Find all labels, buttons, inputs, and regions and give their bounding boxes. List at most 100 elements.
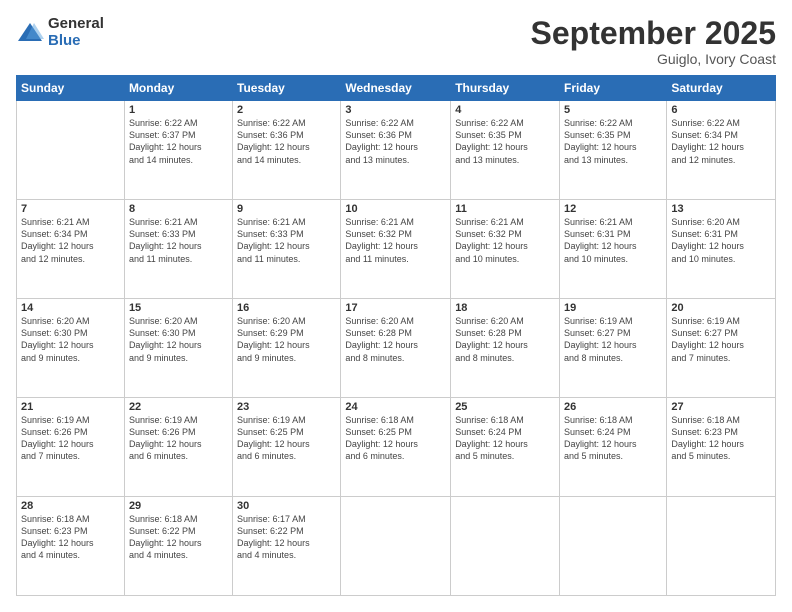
day-info: Sunrise: 6:21 AM Sunset: 6:33 PM Dayligh… (237, 216, 336, 265)
day-info: Sunrise: 6:20 AM Sunset: 6:31 PM Dayligh… (671, 216, 771, 265)
day-number: 30 (237, 500, 336, 512)
day-number: 12 (564, 203, 662, 215)
calendar-cell (667, 497, 776, 596)
calendar-day-header: Friday (560, 76, 667, 101)
day-info: Sunrise: 6:17 AM Sunset: 6:22 PM Dayligh… (237, 513, 336, 562)
day-info: Sunrise: 6:20 AM Sunset: 6:30 PM Dayligh… (129, 315, 228, 364)
calendar-day-header: Saturday (667, 76, 776, 101)
calendar-cell: 29Sunrise: 6:18 AM Sunset: 6:22 PM Dayli… (124, 497, 232, 596)
day-number: 11 (455, 203, 555, 215)
day-number: 23 (237, 401, 336, 413)
day-info: Sunrise: 6:19 AM Sunset: 6:26 PM Dayligh… (21, 414, 120, 463)
calendar-cell: 15Sunrise: 6:20 AM Sunset: 6:30 PM Dayli… (124, 299, 232, 398)
day-info: Sunrise: 6:21 AM Sunset: 6:32 PM Dayligh… (345, 216, 446, 265)
day-info: Sunrise: 6:18 AM Sunset: 6:22 PM Dayligh… (129, 513, 228, 562)
day-number: 2 (237, 104, 336, 116)
day-number: 14 (21, 302, 120, 314)
calendar-cell: 20Sunrise: 6:19 AM Sunset: 6:27 PM Dayli… (667, 299, 776, 398)
day-number: 3 (345, 104, 446, 116)
calendar-cell (451, 497, 560, 596)
title-block: September 2025 Guiglo, Ivory Coast (531, 16, 776, 67)
day-info: Sunrise: 6:21 AM Sunset: 6:31 PM Dayligh… (564, 216, 662, 265)
calendar-cell (341, 497, 451, 596)
calendar-cell: 16Sunrise: 6:20 AM Sunset: 6:29 PM Dayli… (233, 299, 341, 398)
calendar-cell: 24Sunrise: 6:18 AM Sunset: 6:25 PM Dayli… (341, 398, 451, 497)
calendar-cell: 2Sunrise: 6:22 AM Sunset: 6:36 PM Daylig… (233, 101, 341, 200)
calendar-cell: 27Sunrise: 6:18 AM Sunset: 6:23 PM Dayli… (667, 398, 776, 497)
calendar-cell: 4Sunrise: 6:22 AM Sunset: 6:35 PM Daylig… (451, 101, 560, 200)
calendar-day-header: Thursday (451, 76, 560, 101)
day-number: 19 (564, 302, 662, 314)
logo-general: General (48, 16, 104, 33)
day-info: Sunrise: 6:19 AM Sunset: 6:27 PM Dayligh… (564, 315, 662, 364)
calendar-day-header: Wednesday (341, 76, 451, 101)
calendar-cell: 28Sunrise: 6:18 AM Sunset: 6:23 PM Dayli… (17, 497, 125, 596)
day-number: 21 (21, 401, 120, 413)
logo-blue: Blue (48, 33, 104, 50)
calendar-cell: 10Sunrise: 6:21 AM Sunset: 6:32 PM Dayli… (341, 200, 451, 299)
day-info: Sunrise: 6:18 AM Sunset: 6:23 PM Dayligh… (671, 414, 771, 463)
day-number: 24 (345, 401, 446, 413)
calendar-cell: 1Sunrise: 6:22 AM Sunset: 6:37 PM Daylig… (124, 101, 232, 200)
calendar-cell: 19Sunrise: 6:19 AM Sunset: 6:27 PM Dayli… (560, 299, 667, 398)
calendar-week-row: 14 Sunrise: 6:20 AM Sunset: 6:30 PM Dayli… (17, 299, 776, 398)
day-info: Sunrise: 6:20 AM Sunset: 6:28 PM Dayligh… (455, 315, 555, 364)
day-number: 27 (671, 401, 771, 413)
calendar-cell: 7Sunrise: 6:21 AM Sunset: 6:34 PM Daylig… (17, 200, 125, 299)
calendar-cell (560, 497, 667, 596)
calendar-cell: 12Sunrise: 6:21 AM Sunset: 6:31 PM Dayli… (560, 200, 667, 299)
calendar-header-row: SundayMondayTuesdayWednesdayThursdayFrid… (17, 76, 776, 101)
calendar-cell: 6Sunrise: 6:22 AM Sunset: 6:34 PM Daylig… (667, 101, 776, 200)
day-number: 15 (129, 302, 228, 314)
day-number: 29 (129, 500, 228, 512)
day-info: Sunrise: 6:20 AM Sunset: 6:29 PM Dayligh… (237, 315, 336, 364)
day-info: Sunrise: 6:22 AM Sunset: 6:36 PM Dayligh… (345, 117, 446, 166)
calendar-week-row: 1Sunrise: 6:22 AM Sunset: 6:37 PM Daylig… (17, 101, 776, 200)
calendar-cell: 3Sunrise: 6:22 AM Sunset: 6:36 PM Daylig… (341, 101, 451, 200)
day-number: 18 (455, 302, 555, 314)
day-info: Sunrise: 6:20 AM Sunset: 6:28 PM Dayligh… (345, 315, 446, 364)
day-info: Sunrise: 6:18 AM Sunset: 6:24 PM Dayligh… (455, 414, 555, 463)
calendar-cell: 5Sunrise: 6:22 AM Sunset: 6:35 PM Daylig… (560, 101, 667, 200)
calendar-cell (17, 101, 125, 200)
day-info: Sunrise: 6:21 AM Sunset: 6:34 PM Dayligh… (21, 216, 120, 265)
day-info: Sunrise: 6:18 AM Sunset: 6:25 PM Dayligh… (345, 414, 446, 463)
calendar-day-header: Sunday (17, 76, 125, 101)
calendar-day-header: Monday (124, 76, 232, 101)
day-info: Sunrise: 6:19 AM Sunset: 6:25 PM Dayligh… (237, 414, 336, 463)
calendar-cell: 25Sunrise: 6:18 AM Sunset: 6:24 PM Dayli… (451, 398, 560, 497)
day-info: Sunrise: 6:21 AM Sunset: 6:32 PM Dayligh… (455, 216, 555, 265)
day-info: Sunrise: 6:22 AM Sunset: 6:37 PM Dayligh… (129, 117, 228, 166)
day-number: 16 (237, 302, 336, 314)
location-subtitle: Guiglo, Ivory Coast (531, 51, 776, 67)
calendar-cell: 13Sunrise: 6:20 AM Sunset: 6:31 PM Dayli… (667, 200, 776, 299)
day-number: 25 (455, 401, 555, 413)
day-info: Sunrise: 6:22 AM Sunset: 6:35 PM Dayligh… (455, 117, 555, 166)
calendar-cell: 18Sunrise: 6:20 AM Sunset: 6:28 PM Dayli… (451, 299, 560, 398)
calendar-cell: 30Sunrise: 6:17 AM Sunset: 6:22 PM Dayli… (233, 497, 341, 596)
calendar-cell: 11Sunrise: 6:21 AM Sunset: 6:32 PM Dayli… (451, 200, 560, 299)
day-number: 8 (129, 203, 228, 215)
calendar-table: SundayMondayTuesdayWednesdayThursdayFrid… (16, 75, 776, 596)
calendar-cell: 14Sunrise: 6:20 AM Sunset: 6:30 PM Dayli… (17, 299, 125, 398)
day-info: Sunrise: 6:22 AM Sunset: 6:35 PM Dayligh… (564, 117, 662, 166)
day-info: Sunrise: 6:19 AM Sunset: 6:26 PM Dayligh… (129, 414, 228, 463)
day-info: Sunrise: 6:21 AM Sunset: 6:33 PM Dayligh… (129, 216, 228, 265)
calendar-cell: 21Sunrise: 6:19 AM Sunset: 6:26 PM Dayli… (17, 398, 125, 497)
day-number: 10 (345, 203, 446, 215)
calendar-cell: 17Sunrise: 6:20 AM Sunset: 6:28 PM Dayli… (341, 299, 451, 398)
calendar-day-header: Tuesday (233, 76, 341, 101)
day-info: Sunrise: 6:19 AM Sunset: 6:27 PM Dayligh… (671, 315, 771, 364)
day-number: 1 (129, 104, 228, 116)
page: General Blue September 2025 Guiglo, Ivor… (0, 0, 792, 612)
day-number: 22 (129, 401, 228, 413)
day-number: 4 (455, 104, 555, 116)
day-info: Sunrise: 6:22 AM Sunset: 6:34 PM Dayligh… (671, 117, 771, 166)
month-title: September 2025 (531, 16, 776, 51)
calendar-week-row: 21Sunrise: 6:19 AM Sunset: 6:26 PM Dayli… (17, 398, 776, 497)
logo-icon (16, 19, 44, 47)
calendar-week-row: 28Sunrise: 6:18 AM Sunset: 6:23 PM Dayli… (17, 497, 776, 596)
calendar-cell: 9Sunrise: 6:21 AM Sunset: 6:33 PM Daylig… (233, 200, 341, 299)
day-number: 5 (564, 104, 662, 116)
calendar-cell: 22Sunrise: 6:19 AM Sunset: 6:26 PM Dayli… (124, 398, 232, 497)
